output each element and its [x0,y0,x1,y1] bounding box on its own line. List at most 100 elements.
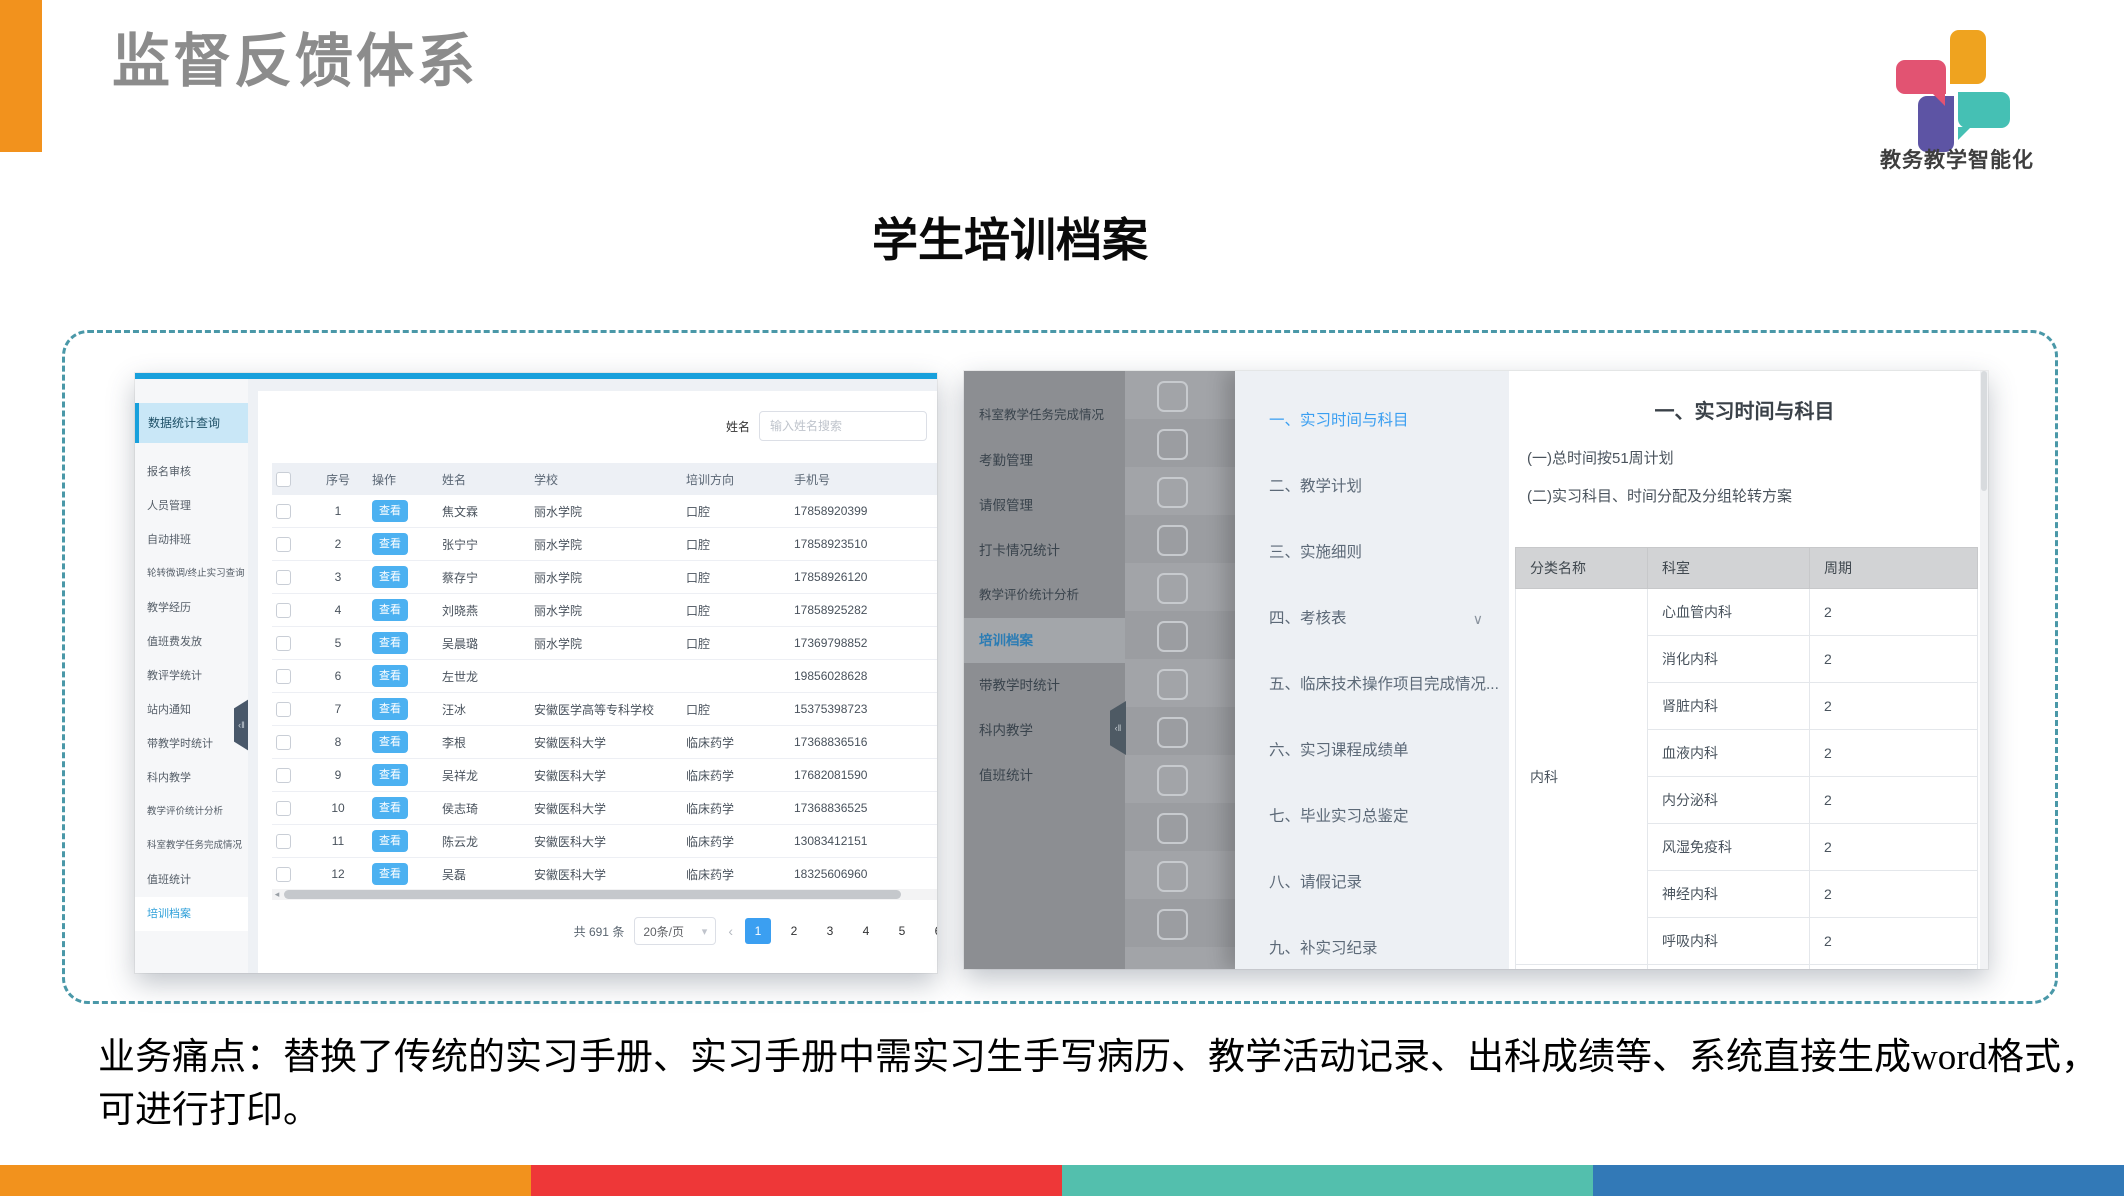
menu-item-renwu[interactable]: 科室教学任务完成情况 [964,393,1125,438]
view-button[interactable]: 查看 [372,764,408,786]
row-checkbox[interactable] [276,768,291,783]
caret-down-icon: ▾ [702,925,708,938]
row-checkbox[interactable] [276,735,291,750]
sidebar-item-jingli[interactable]: 教学经历 [135,591,248,625]
cell-school [530,660,682,693]
menu-item-daijiao[interactable]: 带教学时统计 [964,663,1125,708]
menu-item-zhiban[interactable]: 值班统计 [964,753,1125,798]
row-checkbox[interactable] [276,570,291,585]
row-checkbox[interactable] [276,801,291,816]
row-checkbox[interactable] [276,867,291,882]
cell-school: 安徽医科大学 [530,792,682,825]
sidebar-item-renwu[interactable]: 科室教学任务完成情况 [135,829,248,863]
cell-phone: 17858926120 [790,561,937,594]
sidebar-item-paiban[interactable]: 自动排班 [135,523,248,557]
row-checkbox[interactable] [276,834,291,849]
page-button-4[interactable]: 4 [853,918,879,944]
row-checkbox[interactable] [276,636,291,651]
slide-accent-bar [0,0,42,152]
col-phone: 手机号 [790,463,937,495]
view-button[interactable]: 查看 [372,731,408,753]
menu-item-pingjia[interactable]: 教学评价统计分析 [964,573,1125,618]
view-button[interactable]: 查看 [372,830,408,852]
sidebar-item-baoming[interactable]: 报名审核 [135,455,248,489]
sidebar-item-renyuan[interactable]: 人员管理 [135,489,248,523]
pagination: 共 691 条 20条/页 ▾ ‹ 1 2 3 4 5 6 [574,913,937,949]
section-item-8[interactable]: 八、请假记录 [1235,863,1509,903]
sidebar-item-zhibanfei[interactable]: 值班费发放 [135,625,248,659]
view-button[interactable]: 查看 [372,863,408,885]
search-input[interactable] [759,411,927,441]
section-item-4[interactable]: 四、考核表 ∨ [1235,599,1509,639]
view-button[interactable]: 查看 [372,566,408,588]
scrollbar-thumb[interactable] [284,890,901,899]
horizontal-scrollbar[interactable]: ◂ [272,889,937,900]
sidebar-item-lunzhuan[interactable]: 轮转微调/终止实习查询 [135,557,248,591]
section-item-9[interactable]: 九、补实习纪录 [1235,929,1509,969]
section-item-7[interactable]: 七、毕业实习总鉴定 [1235,797,1509,837]
col-action: 操作 [368,463,438,495]
sidebar-item-peixun[interactable]: 培训档案 [135,897,248,931]
cell-name: 李根 [438,726,530,759]
section-item-3[interactable]: 三、实施细则 [1235,533,1509,573]
row-checkbox[interactable] [276,504,291,519]
slide-title: 监督反馈体系 [112,14,478,98]
page-size-select[interactable]: 20条/页 ▾ [634,917,716,945]
cell-direction: 口腔 [682,528,790,561]
category-cell-2 [1516,965,1648,970]
view-button[interactable]: 查看 [372,797,408,819]
scrollbar-thumb[interactable] [1981,371,1987,491]
cell-dept: 内分泌科 [1648,777,1810,824]
view-button[interactable]: 查看 [372,632,408,654]
menu-item-kenei[interactable]: 科内教学 [964,708,1125,753]
table-row: 2查看张宁宁丽水学院口腔17858923510 [272,528,937,561]
cell-school: 丽水学院 [530,594,682,627]
menu-item-daka[interactable]: 打卡情况统计 [964,528,1125,573]
checkbox-ghost [1157,765,1188,796]
cell-name: 焦文霖 [438,495,530,528]
sidebar-item-zhiban[interactable]: 值班统计 [135,863,248,897]
section-item-6[interactable]: 六、实习课程成绩单 [1235,731,1509,771]
row-checkbox[interactable] [276,603,291,618]
cell-phone: 17368836516 [790,726,937,759]
view-button[interactable]: 查看 [372,665,408,687]
prev-page-icon[interactable]: ‹ [726,923,735,939]
sidebar-item-daijiao[interactable]: 带教学时统计 [135,727,248,761]
page-button-1[interactable]: 1 [745,918,771,944]
select-all-checkbox[interactable] [276,472,291,487]
menu-item-kaoqin[interactable]: 考勤管理 [964,438,1125,483]
row-checkbox[interactable] [276,669,291,684]
row-checkbox[interactable] [276,702,291,717]
cell-school: 丽水学院 [530,495,682,528]
cell-direction [682,660,790,693]
student-table: 序号 操作 姓名 学校 培训方向 手机号 1查看焦文霖丽水学院口腔1785892… [272,463,937,891]
logo-teal-tail [1958,127,1971,140]
checkbox-ghost [1157,381,1188,412]
section-item-5[interactable]: 五、临床技术操作项目完成情况... [1235,665,1509,705]
view-button[interactable]: 查看 [372,599,408,621]
list-card: 姓名 序号 操作 姓名 学校 培训方向 手机号 [258,391,937,973]
section-item-2[interactable]: 二、教学计划 [1235,467,1509,507]
scroll-left-icon[interactable]: ◂ [272,889,282,900]
menu-item-qingjia[interactable]: 请假管理 [964,483,1125,528]
vertical-scrollbar[interactable] [1980,371,1988,969]
sidebar-item-jiaoping[interactable]: 教评学统计 [135,659,248,693]
table-row: 7查看汪冰安徽医学高等专科学校口腔15375398723 [272,693,937,726]
page-button-5[interactable]: 5 [889,918,915,944]
sidebar-item-pingjia[interactable]: 教学评价统计分析 [135,795,248,829]
row-checkbox[interactable] [276,537,291,552]
content-line1: (一)总时间按51周计划 [1527,447,1674,468]
page-button-3[interactable]: 3 [817,918,843,944]
checkbox-ghost [1157,813,1188,844]
pain-point-text: 业务痛点：替换了传统的实习手册、实习手册中需实习生手写病历、教学活动记录、出科成… [98,1032,2110,1137]
cell-phone: 17858920399 [790,495,937,528]
view-button[interactable]: 查看 [372,698,408,720]
page-button-6[interactable]: 6 [925,918,937,944]
menu-item-peixun[interactable]: 培训档案 [964,618,1125,663]
view-button[interactable]: 查看 [372,500,408,522]
section-item-1[interactable]: 一、实习时间与科目 [1235,401,1509,441]
sidebar-item-zhannei[interactable]: 站内通知 [135,693,248,727]
view-button[interactable]: 查看 [372,533,408,555]
page-button-2[interactable]: 2 [781,918,807,944]
sidebar-item-keneijx[interactable]: 科内教学 [135,761,248,795]
